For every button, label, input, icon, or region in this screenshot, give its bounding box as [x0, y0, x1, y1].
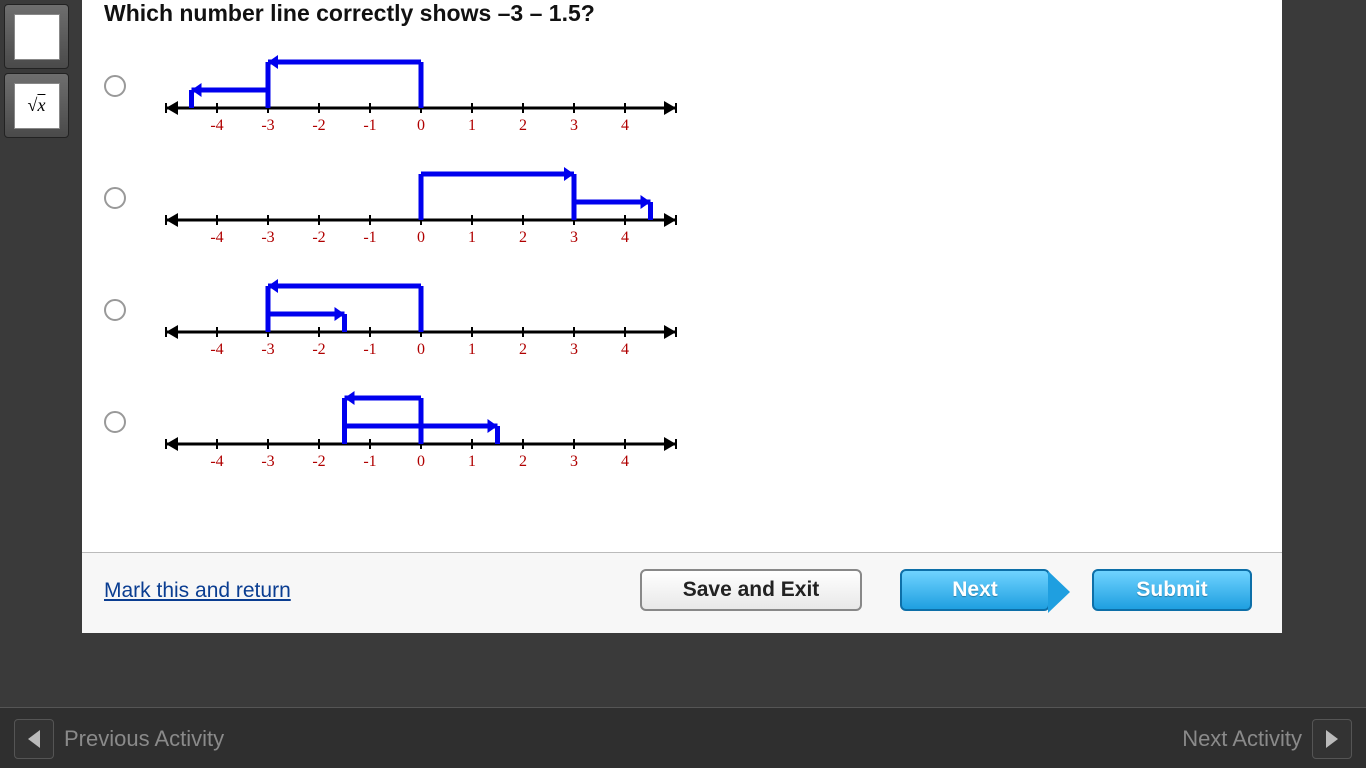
svg-text:1: 1 — [468, 341, 476, 358]
option-radio-2[interactable] — [104, 299, 126, 321]
svg-text:3: 3 — [570, 341, 578, 358]
svg-text:-4: -4 — [210, 117, 223, 134]
global-footer: Previous Activity Next Activity — [0, 707, 1366, 768]
svg-text:-3: -3 — [261, 453, 274, 470]
svg-text:-3: -3 — [261, 341, 274, 358]
next-button[interactable]: Next — [900, 569, 1050, 611]
number-line-0: -4 -3 -2 -1 0 1 2 3 4 — [146, 30, 696, 142]
svg-text:2: 2 — [519, 117, 527, 134]
previous-activity-label: Previous Activity — [64, 726, 224, 752]
equation-icon: √x — [14, 83, 60, 129]
next-activity-label: Next Activity — [1182, 726, 1302, 752]
svg-text:-1: -1 — [363, 117, 376, 134]
option-row[interactable]: -4 -3 -2 -1 0 1 2 3 4 — [104, 254, 696, 366]
svg-text:4: 4 — [621, 341, 629, 358]
submit-button[interactable]: Submit — [1092, 569, 1252, 611]
tool-blank-inner — [14, 14, 60, 60]
svg-text:2: 2 — [519, 229, 527, 246]
svg-text:1: 1 — [468, 453, 476, 470]
options-group: -4 -3 -2 -1 0 1 2 3 4 -4 -3 -2 -1 0 1 2 3 4 — [104, 30, 696, 478]
svg-text:-3: -3 — [261, 229, 274, 246]
option-radio-1[interactable] — [104, 187, 126, 209]
chevron-left-icon — [14, 719, 54, 759]
svg-text:2: 2 — [519, 341, 527, 358]
tool-button-blank[interactable] — [4, 4, 69, 69]
svg-text:-1: -1 — [363, 229, 376, 246]
previous-activity-button[interactable]: Previous Activity — [14, 719, 224, 759]
svg-text:1: 1 — [468, 117, 476, 134]
svg-text:-2: -2 — [312, 453, 325, 470]
svg-text:-4: -4 — [210, 229, 223, 246]
svg-text:-4: -4 — [210, 341, 223, 358]
option-radio-0[interactable] — [104, 75, 126, 97]
svg-text:-1: -1 — [363, 453, 376, 470]
svg-text:2: 2 — [519, 453, 527, 470]
svg-text:-2: -2 — [312, 229, 325, 246]
next-activity-button[interactable]: Next Activity — [1182, 719, 1352, 759]
svg-text:-3: -3 — [261, 117, 274, 134]
save-exit-button[interactable]: Save and Exit — [640, 569, 862, 611]
option-row[interactable]: -4 -3 -2 -1 0 1 2 3 4 — [104, 30, 696, 142]
svg-text:-4: -4 — [210, 453, 223, 470]
chevron-right-icon — [1312, 719, 1352, 759]
svg-text:3: 3 — [570, 117, 578, 134]
svg-text:-2: -2 — [312, 117, 325, 134]
svg-text:0: 0 — [417, 229, 425, 246]
svg-text:0: 0 — [417, 117, 425, 134]
number-line-2: -4 -3 -2 -1 0 1 2 3 4 — [146, 254, 696, 366]
svg-text:0: 0 — [417, 453, 425, 470]
tool-button-equation[interactable]: √x — [4, 73, 69, 138]
svg-text:4: 4 — [621, 117, 629, 134]
svg-text:4: 4 — [621, 229, 629, 246]
number-line-1: -4 -3 -2 -1 0 1 2 3 4 — [146, 142, 696, 254]
number-line-3: -4 -3 -2 -1 0 1 2 3 4 — [146, 366, 696, 478]
option-row[interactable]: -4 -3 -2 -1 0 1 2 3 4 — [104, 142, 696, 254]
svg-text:3: 3 — [570, 229, 578, 246]
option-row[interactable]: -4 -3 -2 -1 0 1 2 3 4 — [104, 366, 696, 478]
svg-text:1: 1 — [468, 229, 476, 246]
svg-text:0: 0 — [417, 341, 425, 358]
panel-action-bar: Mark this and return Save and Exit Next … — [82, 552, 1282, 633]
question-text: Which number line correctly shows –3 – 1… — [104, 0, 595, 27]
question-panel: Which number line correctly shows –3 – 1… — [82, 0, 1282, 633]
svg-text:-2: -2 — [312, 341, 325, 358]
svg-text:4: 4 — [621, 453, 629, 470]
option-radio-3[interactable] — [104, 411, 126, 433]
svg-text:3: 3 — [570, 453, 578, 470]
mark-return-link[interactable]: Mark this and return — [104, 579, 291, 603]
svg-text:-1: -1 — [363, 341, 376, 358]
